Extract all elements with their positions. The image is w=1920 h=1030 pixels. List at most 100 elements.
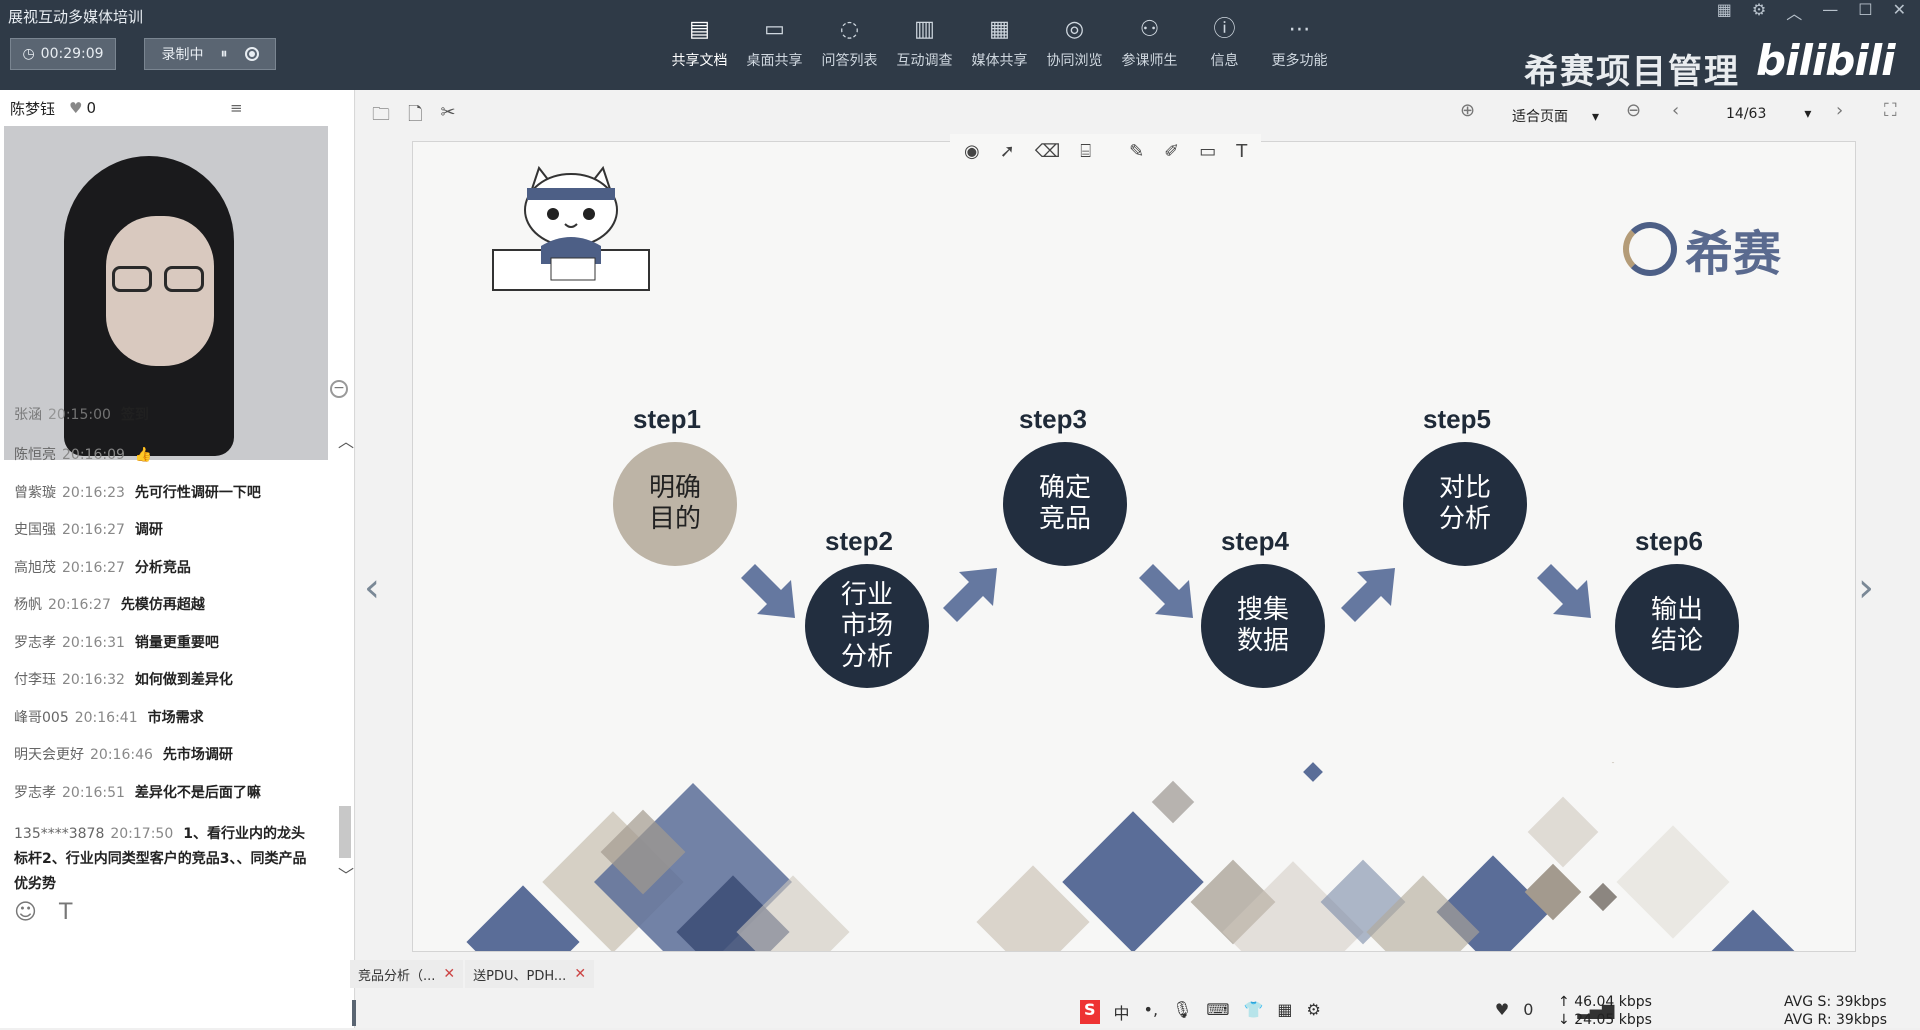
- menu-item-browse[interactable]: ◎ 协同浏览: [1037, 14, 1112, 70]
- pause-icon[interactable]: ⏸: [221, 46, 228, 62]
- fullscreen-icon[interactable]: ⛶: [1884, 100, 1897, 121]
- menu-item-qa[interactable]: ◌ 问答列表: [812, 14, 887, 70]
- scissors-icon[interactable]: ✂: [440, 102, 455, 132]
- users-icon: ⚇: [1139, 17, 1160, 42]
- laser-pointer-icon[interactable]: ◉: [964, 141, 980, 162]
- close-tab-icon[interactable]: ✕: [443, 966, 455, 982]
- menu-item-media[interactable]: ▦ 媒体共享: [962, 14, 1037, 70]
- text-format-icon[interactable]: T: [59, 900, 72, 925]
- chat-message: 史国强 20:16:27 调研: [14, 519, 163, 539]
- input-method-bar: S 中 •, 🎙 ⌨ 👕 ▦ ⚙ ♥ 0 ▂▄▆: [1080, 1000, 1614, 1024]
- prev-page-icon[interactable]: ‹: [1672, 100, 1679, 121]
- menu-item-more[interactable]: ⋯ 更多功能: [1262, 14, 1337, 70]
- menu-item-share-doc[interactable]: ▤ 共享文档: [662, 14, 737, 70]
- ime-chinese-icon[interactable]: 中: [1114, 1000, 1130, 1024]
- video-menu-icon[interactable]: ≡: [230, 99, 243, 117]
- session-timer[interactable]: ◷ 00:29:09: [10, 38, 116, 70]
- eraser-icon[interactable]: ⌫: [1035, 141, 1060, 162]
- menu-item-label: 媒体共享: [971, 53, 1028, 69]
- pen-icon[interactable]: ✎: [1129, 141, 1144, 162]
- menu-item-label: 桌面共享: [746, 53, 803, 69]
- chat-message: 陈恒亮 20:16:09 👍: [14, 444, 152, 464]
- chat-name: 付李珏: [14, 672, 56, 688]
- close-tab-icon[interactable]: ✕: [574, 966, 586, 982]
- page-indicator[interactable]: 14/63 ▾: [1726, 106, 1811, 122]
- step-label: step5: [1423, 404, 1491, 434]
- step-circle: 明确 目的: [613, 442, 737, 566]
- doc-tabs: 竞品分析（... ✕ 送PDU、PDH... ✕: [350, 960, 595, 988]
- record-label: 录制中: [161, 47, 204, 63]
- chat-msg: 👍: [134, 447, 153, 463]
- cat-mascot-image: [492, 165, 650, 291]
- clear-brush-icon[interactable]: ⌸: [1080, 141, 1091, 162]
- stop-record-icon[interactable]: [244, 47, 259, 61]
- menu-item-desktop-share[interactable]: ▭ 桌面共享: [737, 14, 812, 70]
- xisai-logo: 希赛: [1623, 214, 1781, 284]
- chat-name: 陈恒亮: [14, 447, 56, 463]
- menu-item-users[interactable]: ⚇ 参课师生: [1112, 14, 1187, 70]
- menu-item-label: 互动调查: [896, 53, 953, 69]
- chat-msg: 如何做到差异化: [134, 672, 233, 688]
- menu-item-info[interactable]: ⓘ 信息: [1187, 14, 1262, 70]
- chat-time: 20:16:23: [62, 484, 125, 501]
- status-heart-icon[interactable]: ♥: [1495, 1000, 1509, 1024]
- folder-icon[interactable]: 🗀: [372, 102, 390, 132]
- record-button[interactable]: 录制中 ⏸: [144, 38, 276, 70]
- menu-item-label: 协同浏览: [1046, 53, 1103, 69]
- rectangle-icon[interactable]: ▭: [1199, 141, 1216, 162]
- chat-scroll-down-icon[interactable]: ﹀: [338, 862, 354, 886]
- collapse-icon[interactable]: ︿: [1786, 0, 1802, 24]
- apps-icon[interactable]: ▦: [1277, 1000, 1292, 1024]
- arrow-down-right-icon: [1537, 564, 1591, 618]
- chat-message: 明天会更好 20:16:46 先市场调研: [14, 744, 233, 764]
- chat-message: 曾紫璇 20:16:23 先可行性调研一下吧: [14, 482, 261, 502]
- slide-next-arrow[interactable]: ›: [1858, 565, 1874, 611]
- sogou-s-icon[interactable]: S: [1080, 1000, 1100, 1024]
- ime-settings-icon[interactable]: ⚙: [1307, 1000, 1321, 1024]
- zoom-fit-icon[interactable]: ⊕: [1460, 100, 1475, 121]
- zoom-out-icon[interactable]: ⊖: [1626, 100, 1641, 121]
- marker-icon[interactable]: ✐: [1164, 141, 1179, 162]
- chat-message: 高旭茂 20:16:27 分析竞品: [14, 557, 191, 577]
- doc-tab-label: 送PDU、PDH...: [473, 968, 567, 984]
- mic-icon[interactable]: 🎙: [1172, 1000, 1192, 1024]
- desktop-share-icon: ▭: [764, 17, 785, 42]
- chat-scroll-up-icon[interactable]: ︿: [338, 428, 354, 452]
- punctuation-icon[interactable]: •,: [1144, 1000, 1159, 1024]
- text-tool-icon[interactable]: T: [1236, 141, 1247, 162]
- emoji-icon[interactable]: ☺: [14, 900, 37, 925]
- bilibili-logo: bilibili: [1756, 36, 1896, 85]
- heart-icon[interactable]: ♥: [69, 99, 82, 117]
- menu-item-survey[interactable]: ▥ 互动调查: [887, 14, 962, 70]
- chat-name: 高旭茂: [14, 559, 56, 576]
- shirt-icon[interactable]: 👕: [1243, 1000, 1263, 1024]
- survey-icon: ▥: [914, 17, 935, 42]
- chat-message: 罗志孝 20:16:31 销量更重要吧: [14, 632, 219, 652]
- chat-msg: 调研: [134, 522, 163, 538]
- minimize-icon[interactable]: —: [1822, 0, 1838, 24]
- file-icon[interactable]: 🗋: [408, 102, 422, 132]
- chat-scrollbar[interactable]: [339, 806, 351, 858]
- chat-name: 史国强: [14, 522, 56, 538]
- chat-name: 罗志孝: [14, 634, 56, 651]
- slide-prev-arrow[interactable]: ‹: [364, 565, 380, 611]
- chat-message: 杨帆 20:16:27 先模仿再超越: [14, 594, 205, 614]
- chat-message: 135****3878 20:17:50 1、看行业内的龙头标杆2、行业内同类型客户…: [14, 826, 307, 892]
- maximize-icon[interactable]: ☐: [1858, 0, 1872, 24]
- zoom-select[interactable]: 适合页面 ▾: [1512, 106, 1599, 126]
- next-page-icon[interactable]: ›: [1836, 100, 1843, 121]
- layout-icon[interactable]: ▦: [1717, 0, 1732, 24]
- doc-tab[interactable]: 竞品分析（... ✕: [350, 960, 464, 988]
- arrow-down-right-icon: [1139, 564, 1193, 618]
- arrow-up-right-icon: [943, 568, 997, 622]
- close-icon[interactable]: ✕: [1893, 0, 1906, 24]
- browse-icon: ◎: [1064, 17, 1085, 42]
- select-arrow-icon[interactable]: ➚: [1000, 141, 1015, 162]
- presenter-bar: 陈梦钰 ♥ 0 ≡: [0, 90, 355, 126]
- settings-icon[interactable]: ⚙: [1752, 0, 1766, 24]
- keyboard-icon[interactable]: ⌨: [1206, 1000, 1229, 1024]
- chat-msg: 先模仿再超越: [120, 597, 205, 613]
- doc-tab[interactable]: 送PDU、PDH... ✕: [465, 960, 595, 988]
- chat-msg: 差异化不是后面了嘛: [134, 784, 261, 801]
- step-circle: 对比 分析: [1403, 442, 1527, 566]
